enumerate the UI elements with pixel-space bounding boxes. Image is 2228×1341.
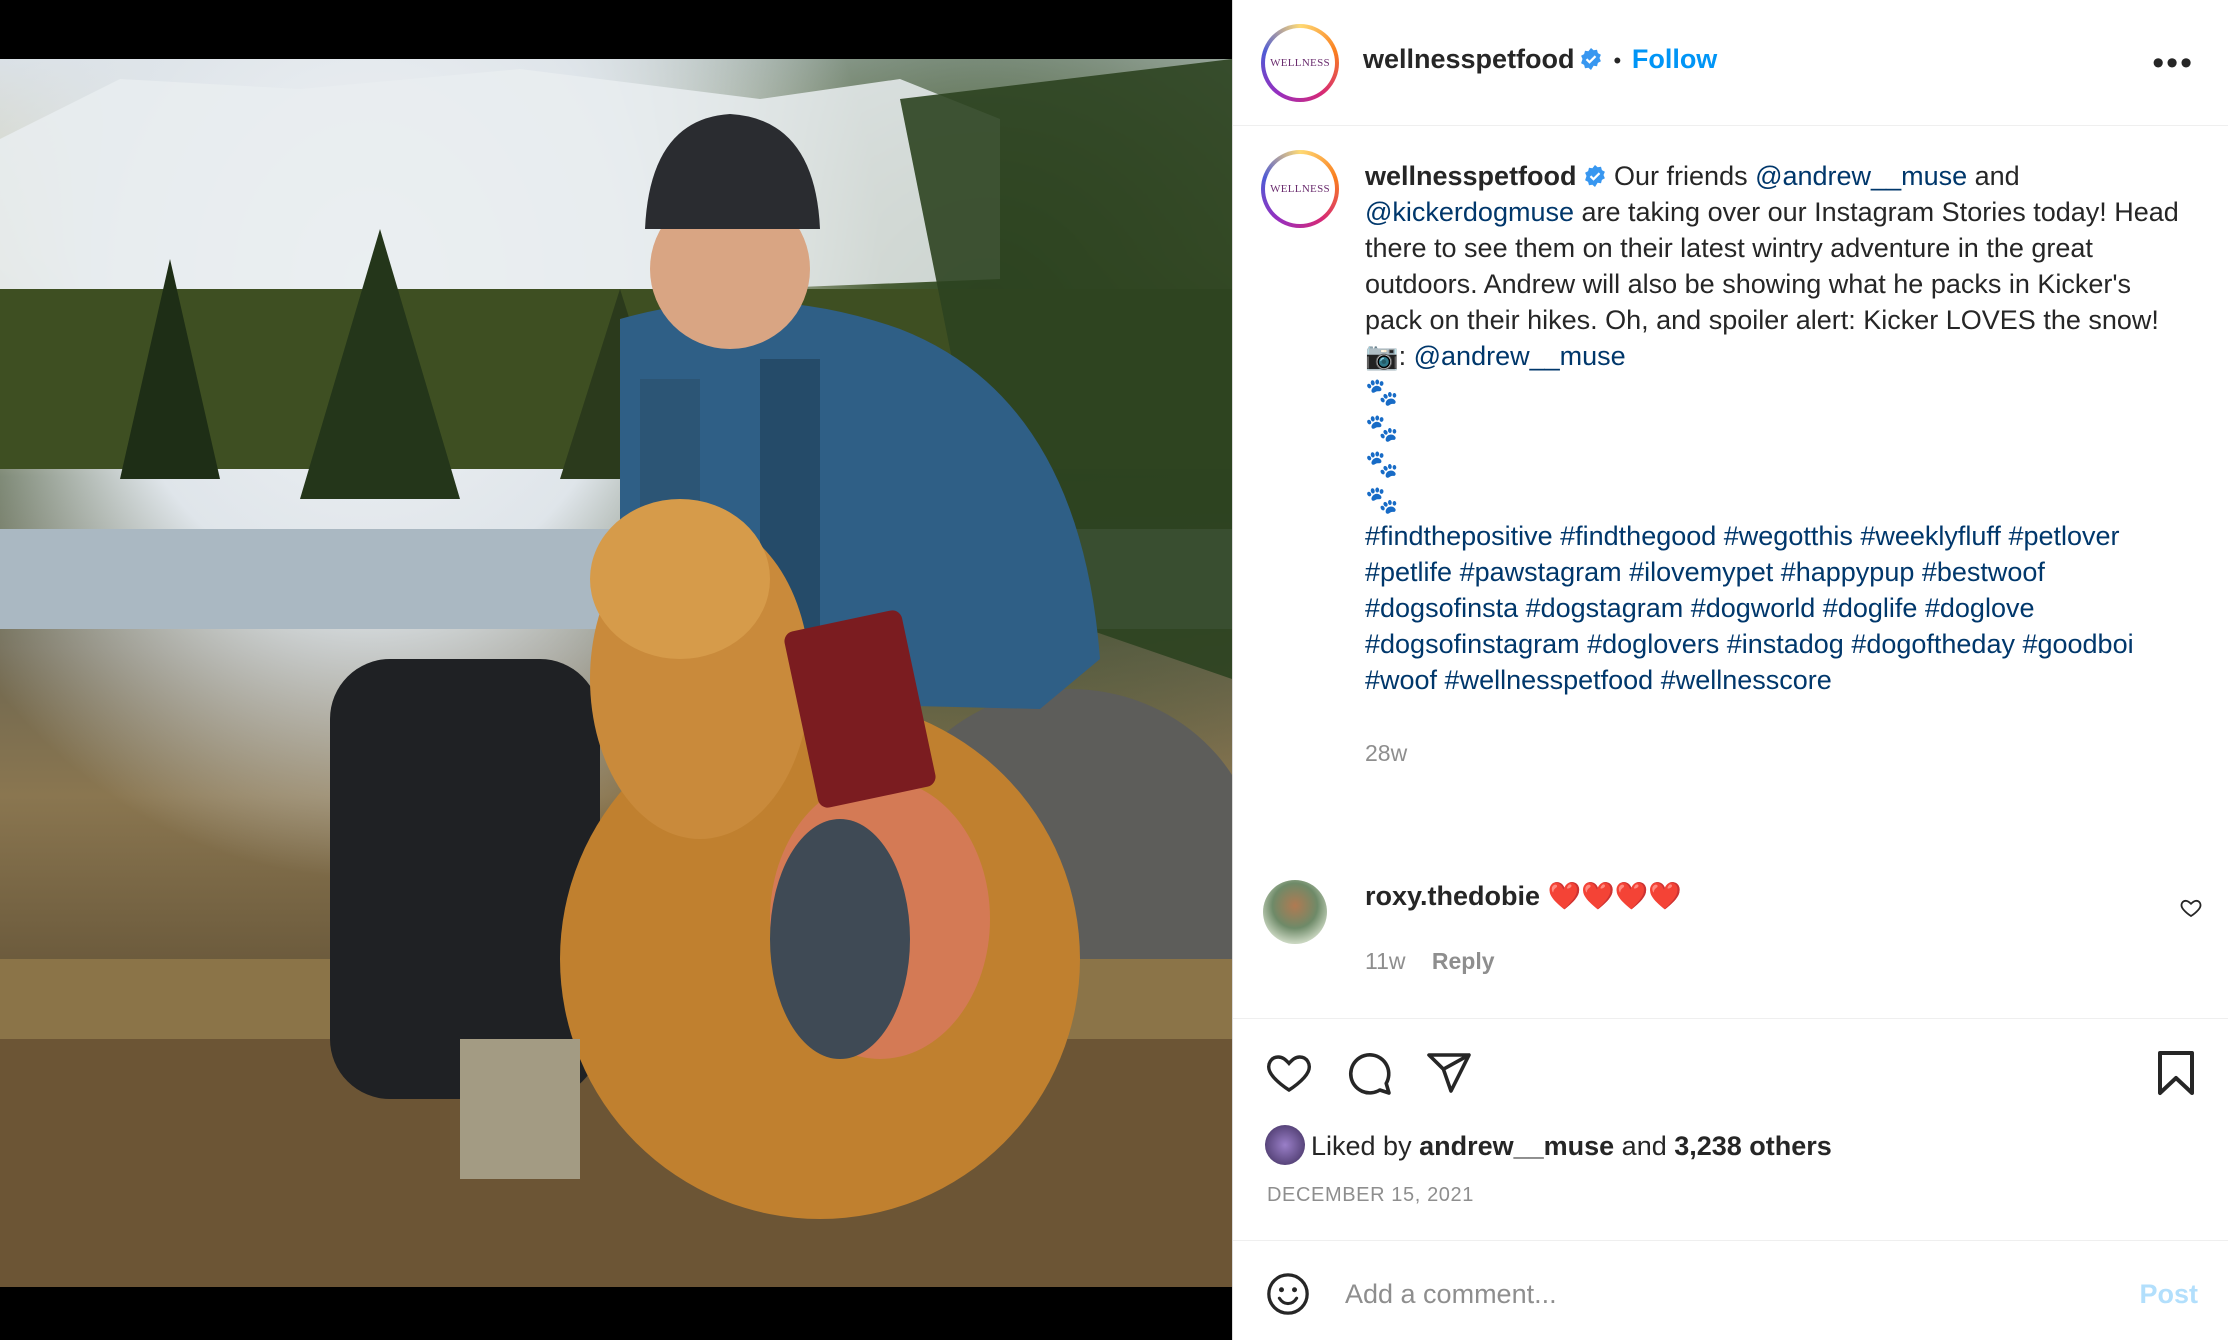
post-media bbox=[0, 0, 1232, 1340]
author-avatar[interactable]: WELLNESS bbox=[1261, 24, 1339, 102]
caption-text-2: and bbox=[1967, 161, 2028, 191]
comment-username[interactable]: roxy.thedobie bbox=[1365, 881, 1540, 911]
comment-text: ❤️❤️❤️❤️ bbox=[1547, 881, 1683, 911]
add-comment-bar: Add a comment... Post bbox=[1233, 1240, 2228, 1341]
heart-icon[interactable] bbox=[1265, 1049, 1313, 1097]
post-comment-button[interactable]: Post bbox=[2139, 1279, 2198, 1310]
liked-by-prefix: Liked by bbox=[1311, 1131, 1420, 1161]
brand-logo: WELLNESS bbox=[1270, 57, 1330, 69]
hashtags[interactable]: #findthepositive #findthegood #wegotthis… bbox=[1365, 521, 2141, 695]
paw-emoji: 🐾 bbox=[1365, 485, 1399, 515]
post-side-panel: WELLNESS wellnesspetfood • Follow ••• WE… bbox=[1232, 0, 2228, 1340]
liked-by-others[interactable]: 3,238 others bbox=[1674, 1131, 1832, 1161]
liked-by-and: and bbox=[1614, 1131, 1675, 1161]
like-comment-icon[interactable] bbox=[2179, 896, 2203, 920]
mention-link[interactable]: @andrew__muse bbox=[1755, 161, 1967, 191]
comment-input[interactable]: Add a comment... bbox=[1345, 1279, 1557, 1310]
brand-logo: WELLNESS bbox=[1270, 183, 1330, 195]
post-caption: wellnesspetfood Our friends @andrew__mus… bbox=[1365, 158, 2185, 771]
comment-time[interactable]: 11w bbox=[1365, 948, 1406, 974]
caption-author-avatar[interactable]: WELLNESS bbox=[1261, 150, 1339, 228]
emoji-icon[interactable] bbox=[1265, 1271, 1311, 1317]
share-icon[interactable] bbox=[1425, 1049, 1473, 1097]
liker-avatar[interactable] bbox=[1265, 1125, 1305, 1165]
comment-avatar[interactable] bbox=[1263, 880, 1327, 944]
paw-emoji: 🐾 bbox=[1365, 377, 1399, 407]
separator-dot: • bbox=[1607, 48, 1628, 73]
author-username[interactable]: wellnesspetfood bbox=[1363, 44, 1575, 74]
reply-button[interactable]: Reply bbox=[1432, 948, 1495, 974]
caption-text-1: Our friends bbox=[1606, 161, 1756, 191]
verified-icon bbox=[1581, 48, 1601, 70]
paw-emoji: 🐾 bbox=[1365, 413, 1399, 443]
mention-link[interactable]: @andrew__muse bbox=[1414, 341, 1626, 371]
photo-illustration bbox=[0, 59, 1232, 1287]
verified-icon bbox=[1584, 165, 1605, 187]
more-icon[interactable]: ••• bbox=[2152, 44, 2194, 83]
caption-time[interactable]: 28w bbox=[1365, 740, 1407, 766]
post-date[interactable]: DECEMBER 15, 2021 bbox=[1267, 1184, 1474, 1207]
paw-emoji: 🐾 bbox=[1365, 449, 1399, 479]
post-photo[interactable] bbox=[0, 59, 1232, 1287]
mention-link[interactable]: @kickerdogmuse bbox=[1365, 197, 1574, 227]
likes-summary: Liked by andrew__muse and 3,238 others bbox=[1265, 1125, 1832, 1165]
follow-button[interactable]: Follow bbox=[1632, 44, 1717, 74]
caption-author-username[interactable]: wellnesspetfood bbox=[1365, 161, 1577, 191]
post-header: WELLNESS wellnesspetfood • Follow ••• bbox=[1233, 0, 2228, 126]
bookmark-icon[interactable] bbox=[2154, 1049, 2198, 1097]
comment-icon[interactable] bbox=[1345, 1049, 1393, 1097]
camera-prefix: 📷: bbox=[1365, 341, 1414, 371]
liked-by-user[interactable]: andrew__muse bbox=[1419, 1131, 1614, 1161]
